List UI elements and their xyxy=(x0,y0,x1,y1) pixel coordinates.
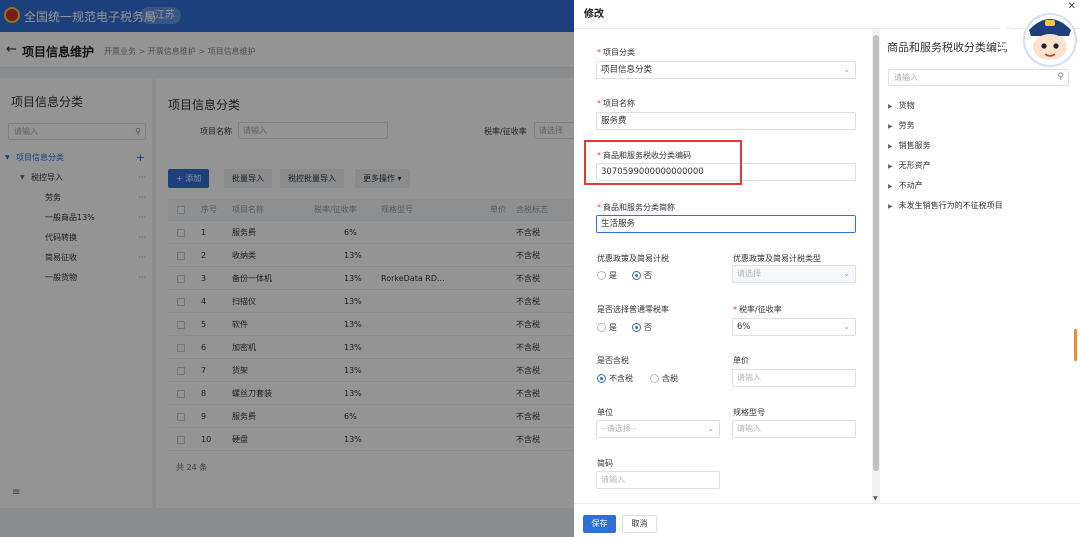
tax-tree-search-input[interactable]: 请输入 ⚲ xyxy=(888,69,1069,86)
tax-tree-item[interactable]: ▶ 销售服务 xyxy=(888,140,931,151)
preferential-type-label: 优惠政策及简易计税类型 xyxy=(733,254,821,263)
radio-icon xyxy=(597,271,606,280)
short-code-label: 简码 xyxy=(597,459,613,468)
zero-rate-yes-radio[interactable]: 是 xyxy=(597,322,617,333)
tax-short-name-input[interactable]: 生活服务 xyxy=(596,215,856,233)
scrollbar-thumb[interactable] xyxy=(873,35,879,471)
form-scrollbar[interactable]: ▼ xyxy=(872,29,880,503)
short-code-input[interactable]: 请输入 xyxy=(596,471,720,489)
name-label: * 项目名称 xyxy=(597,99,635,108)
tax-included-label: 是否含税 xyxy=(597,356,629,365)
rate-label: * 税率/征收率 xyxy=(733,305,782,314)
drawer-title: 修改 xyxy=(584,9,604,20)
side-scroll-marker xyxy=(1074,329,1077,361)
unit-price-input[interactable]: 请输入 xyxy=(732,369,856,387)
chevron-down-icon: ⌄ xyxy=(843,322,850,331)
caret-right-icon[interactable]: ▶ xyxy=(888,163,893,170)
tax-tree-item[interactable]: ▶ 未发生销售行为的不征税项目 xyxy=(888,200,1003,211)
preferential-no-radio[interactable]: 否 xyxy=(632,270,652,281)
tax-tree-item-label: 销售服务 xyxy=(898,141,931,150)
chevron-down-icon: ⌄ xyxy=(707,424,714,433)
radio-selected-icon xyxy=(632,323,641,332)
tax-tree-item-label: 劳务 xyxy=(898,121,915,130)
caret-right-icon[interactable]: ▶ xyxy=(888,123,893,130)
mascot-char: 互 xyxy=(997,36,1011,52)
unit-price-label: 单价 xyxy=(733,356,749,365)
tax-tree-search-placeholder: 请输入 xyxy=(894,73,918,82)
edit-form: * 项目分类 项目信息分类 ⌄ * 项目名称 服务费 * 商品和服务税收分类编码 307… xyxy=(574,29,872,503)
preferential-label: 优惠政策及简易计税 xyxy=(597,254,669,263)
tax-tree-item-label: 无形资产 xyxy=(898,161,931,170)
project-name-input[interactable]: 服务费 xyxy=(596,112,856,130)
tax-tree-title: 商品和服务税收分类编码 xyxy=(887,41,1008,54)
preferential-yes-radio[interactable]: 是 xyxy=(597,270,617,281)
tax-tree-item[interactable]: ▶ 货物 xyxy=(888,100,915,111)
excl-tax-radio[interactable]: 不含税 xyxy=(597,373,633,384)
incl-tax-radio[interactable]: 含税 xyxy=(650,373,678,384)
drawer-footer: 保存 取消 xyxy=(574,503,1080,537)
tax-code-highlight-box xyxy=(584,140,742,185)
preferential-type-select[interactable]: 请选择 ⌄ xyxy=(732,265,856,283)
tax-rate-select[interactable]: 6% ⌄ xyxy=(732,318,856,336)
save-button[interactable]: 保存 xyxy=(583,515,616,533)
scroll-down-icon[interactable]: ▼ xyxy=(873,495,878,502)
mascot-logo-icon: 征 纳 互 动 xyxy=(997,2,1077,68)
category-label: * 项目分类 xyxy=(597,48,635,57)
tax-tree-item-label: 未发生销售行为的不征税项目 xyxy=(898,201,1003,210)
caret-right-icon[interactable]: ▶ xyxy=(888,103,893,110)
tax-tree-item[interactable]: ▶ 无形资产 xyxy=(888,160,931,171)
modal-backdrop[interactable] xyxy=(0,0,574,537)
chevron-down-icon: ⌄ xyxy=(843,269,850,278)
mascot-char: 征 xyxy=(1011,2,1025,19)
radio-icon xyxy=(650,374,659,383)
mascot-char: 动 xyxy=(1009,51,1023,68)
caret-right-icon[interactable]: ▶ xyxy=(888,143,893,150)
radio-selected-icon xyxy=(632,271,641,280)
zero-rate-no-radio[interactable]: 否 xyxy=(632,322,652,333)
radio-selected-icon xyxy=(597,374,606,383)
spec-label: 规格型号 xyxy=(733,408,765,417)
caret-right-icon[interactable]: ▶ xyxy=(888,203,893,210)
chevron-down-icon: ⌄ xyxy=(843,65,850,74)
tax-tree-item-label: 不动产 xyxy=(898,181,923,190)
tax-tree-item[interactable]: ▶ 劳务 xyxy=(888,120,915,131)
tax-short-label: * 商品和服务分类简称 xyxy=(597,203,675,212)
tax-category-tree-panel: 商品和服务税收分类编码 请输入 ⚲ ▶ 货物 ▶ 劳务 ▶ 销售服务 ▶ 无形资产 ▶ 不动产 ▶ 未… xyxy=(880,29,1080,503)
search-icon[interactable]: ⚲ xyxy=(1057,70,1064,85)
cancel-button[interactable]: 取消 xyxy=(622,515,657,533)
caret-right-icon[interactable]: ▶ xyxy=(888,183,893,190)
edit-drawer: 修改 ✕ * 项目分类 项目信息分类 ⌄ * 项目名称 服务费 * 商品和服务税收分类编… xyxy=(574,0,1080,537)
zero-rate-label: 是否选择普通零税率 xyxy=(597,305,669,314)
tax-tree-item[interactable]: ▶ 不动产 xyxy=(888,180,923,191)
spec-input[interactable]: 请输入 xyxy=(732,420,856,438)
category-select[interactable]: 项目信息分类 ⌄ xyxy=(596,61,856,79)
unit-label: 单位 xyxy=(597,408,613,417)
radio-icon xyxy=(597,323,606,332)
tax-tree-item-label: 货物 xyxy=(898,101,915,110)
mascot-char: 纳 xyxy=(999,17,1012,33)
unit-select[interactable]: --请选择-- ⌄ xyxy=(596,420,720,438)
